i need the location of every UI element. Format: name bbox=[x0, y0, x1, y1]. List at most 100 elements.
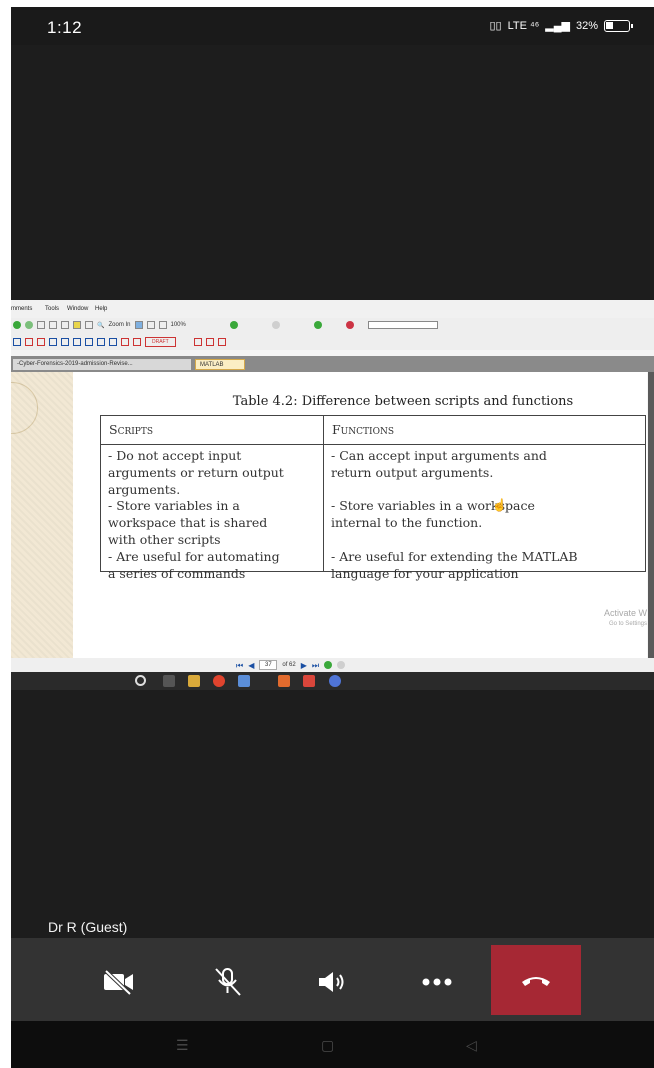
toolbar-icon[interactable] bbox=[133, 338, 141, 346]
pdf-page: Table 4.2: Difference between scripts an… bbox=[73, 372, 647, 658]
toolbar-icon[interactable] bbox=[85, 338, 93, 346]
toolbar-icon[interactable] bbox=[37, 321, 45, 329]
first-page-icon[interactable]: ⏮ bbox=[236, 661, 243, 670]
toolbar-icon[interactable] bbox=[61, 321, 69, 329]
toolbar-icon[interactable] bbox=[73, 321, 81, 329]
watermark-sub: Go to Settings bbox=[608, 621, 647, 627]
toolbar-icon[interactable] bbox=[13, 321, 21, 329]
more-options-button[interactable] bbox=[391, 948, 483, 1016]
mic-toggle-button[interactable] bbox=[182, 948, 274, 1016]
toolbar-icon[interactable] bbox=[313, 321, 322, 329]
scripts-line: arguments or return output bbox=[108, 464, 284, 480]
toolbar-icon[interactable] bbox=[97, 338, 105, 346]
menu-item-tools[interactable]: Tools bbox=[45, 306, 59, 312]
signal-icon: ▂▄▆ bbox=[545, 20, 570, 32]
toolbar-icon[interactable] bbox=[25, 338, 33, 346]
toolbar-icon[interactable] bbox=[345, 321, 354, 329]
functions-line bbox=[331, 532, 644, 549]
toolbar-icon[interactable] bbox=[146, 321, 155, 329]
toolbar-icon[interactable] bbox=[49, 321, 57, 329]
mic-off-icon bbox=[215, 968, 241, 996]
page-number-input[interactable]: 37 bbox=[259, 660, 278, 670]
functions-line: - Can accept input arguments and bbox=[331, 448, 547, 463]
chrome-icon[interactable] bbox=[213, 675, 225, 687]
toolbar-icon[interactable] bbox=[37, 338, 45, 346]
matlab-icon[interactable] bbox=[278, 675, 290, 687]
draft-stamp-button[interactable]: DRAFT bbox=[145, 337, 176, 347]
page-total: of 62 bbox=[282, 662, 296, 668]
status-bar: 1:12 ▯▯ LTE ⁴⁶ ▂▄▆ 32% bbox=[11, 7, 654, 45]
toolbar-icon[interactable] bbox=[25, 321, 33, 329]
camera-off-icon bbox=[104, 969, 133, 995]
shared-screen: mments Tools Window Help 🔍 Zoom In 100% bbox=[11, 300, 654, 690]
scripts-line: workspace that is shared bbox=[108, 515, 268, 531]
toolbar-icon[interactable] bbox=[109, 338, 117, 346]
toolbar-field[interactable] bbox=[367, 321, 438, 329]
document-tab-strip: -Cyber-Forensics-2019-admission-Revise..… bbox=[11, 356, 654, 372]
zoom-in-label[interactable]: Zoom In bbox=[108, 322, 130, 328]
table-caption: Table 4.2: Difference between scripts an… bbox=[232, 394, 574, 409]
android-nav-bar: ☰ ▢ ◁ bbox=[11, 1021, 654, 1068]
previous-page-icon[interactable]: ◀ bbox=[248, 661, 254, 670]
vibrate-icon: ▯▯ bbox=[489, 20, 502, 32]
toolbar-icon[interactable] bbox=[158, 321, 167, 329]
camera-toggle-button[interactable] bbox=[73, 948, 165, 1016]
functions-line: internal to the function. bbox=[331, 515, 483, 531]
header-scripts: Scripts bbox=[109, 422, 154, 437]
hang-up-icon bbox=[522, 977, 550, 986]
page-scrollbar[interactable] bbox=[648, 372, 654, 658]
menu-item-window[interactable]: Window bbox=[67, 306, 88, 312]
signal-text: LTE ⁴⁶ bbox=[507, 19, 540, 32]
tab-cyber-forensics[interactable]: -Cyber-Forensics-2019-admission-Revise..… bbox=[13, 359, 191, 370]
zoom-in-icon[interactable]: 🔍 bbox=[97, 322, 104, 329]
toolbar-icon[interactable] bbox=[193, 338, 202, 346]
back-icon[interactable] bbox=[324, 661, 333, 669]
menu-item-comments[interactable]: mments bbox=[11, 306, 32, 312]
recent-apps-icon[interactable]: ☰ bbox=[176, 1037, 189, 1054]
search-icon[interactable] bbox=[135, 675, 146, 686]
comparison-table: Scripts Functions - Do not accept input … bbox=[100, 415, 646, 581]
functions-line: - Store variables in a workspace bbox=[331, 498, 535, 514]
toolbar-icon[interactable] bbox=[134, 321, 143, 329]
toolbar-icon[interactable] bbox=[73, 338, 81, 346]
pdf-toolbar-1: 🔍 Zoom In 100% bbox=[11, 318, 654, 334]
file-explorer-icon[interactable] bbox=[188, 675, 200, 687]
app-icon[interactable] bbox=[303, 675, 315, 687]
toolbar-icon[interactable] bbox=[271, 321, 280, 329]
forward-icon[interactable] bbox=[337, 661, 346, 669]
toolbar-icon[interactable] bbox=[229, 321, 238, 329]
hand-cursor-icon: ☝ bbox=[492, 498, 507, 512]
battery-icon bbox=[604, 19, 633, 32]
end-call-button[interactable] bbox=[491, 945, 581, 1015]
toolbar-icon[interactable] bbox=[85, 321, 93, 329]
speaker-icon bbox=[319, 972, 344, 992]
task-view-icon[interactable] bbox=[163, 675, 175, 687]
zoom-percent[interactable]: 100% bbox=[171, 322, 186, 328]
phone-screen: 1:12 ▯▯ LTE ⁴⁶ ▂▄▆ 32% mments Tools Wind… bbox=[11, 7, 654, 1068]
tab-matlab[interactable]: MATLAB bbox=[195, 359, 245, 370]
menu-item-help[interactable]: Help bbox=[95, 306, 107, 312]
pdf-menu-bar: mments Tools Window Help bbox=[11, 300, 654, 318]
scripts-line: a series of commands bbox=[108, 565, 246, 581]
windows-taskbar bbox=[11, 672, 654, 690]
table-rule bbox=[101, 444, 645, 445]
back-icon[interactable]: ◁ bbox=[466, 1037, 477, 1054]
app-icon[interactable] bbox=[238, 675, 250, 687]
pdf-toolbar-2: DRAFT bbox=[11, 334, 654, 350]
activate-windows-watermark: Activate W Go to Settings bbox=[604, 608, 647, 630]
toolbar-icon[interactable] bbox=[205, 338, 214, 346]
toolbar-icon[interactable] bbox=[121, 338, 129, 346]
toolbar-icon[interactable] bbox=[13, 338, 21, 346]
toolbar-icon[interactable] bbox=[49, 338, 57, 346]
next-page-icon[interactable]: ▶ bbox=[301, 661, 307, 670]
last-page-icon[interactable]: ⏭ bbox=[312, 661, 319, 670]
toolbar-icon[interactable] bbox=[61, 338, 69, 346]
home-icon[interactable]: ▢ bbox=[321, 1037, 334, 1054]
participant-name: Dr R (Guest) bbox=[48, 919, 128, 935]
header-functions: Functions bbox=[332, 422, 394, 437]
call-control-bar bbox=[11, 938, 654, 1021]
speaker-button[interactable] bbox=[287, 948, 379, 1016]
toolbar-icon[interactable] bbox=[217, 338, 226, 346]
status-icons: ▯▯ LTE ⁴⁶ ▂▄▆ 32% bbox=[489, 19, 633, 32]
app-icon[interactable] bbox=[329, 675, 341, 687]
